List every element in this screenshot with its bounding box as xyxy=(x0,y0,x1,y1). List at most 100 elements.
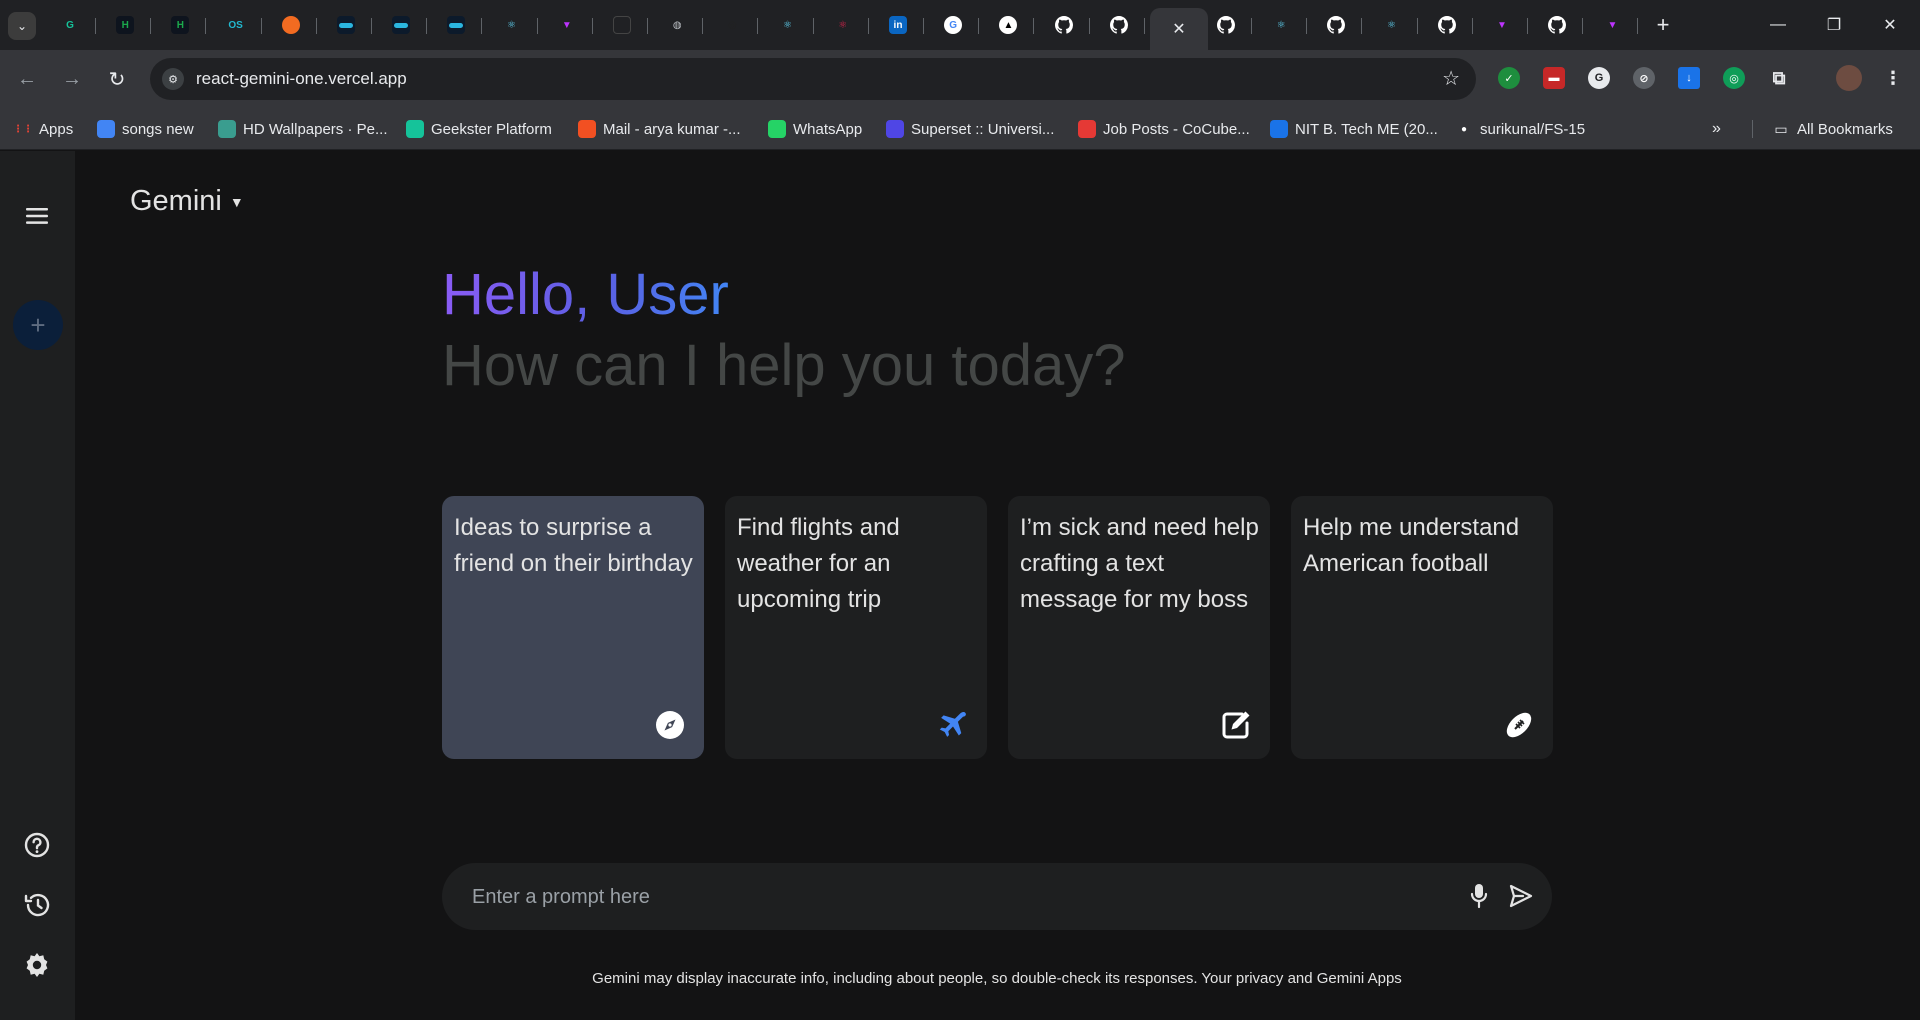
more-bookmarks-chevron-icon[interactable]: » xyxy=(1712,118,1721,140)
new-tab-button[interactable]: + xyxy=(1650,12,1676,38)
radio-icon xyxy=(97,120,115,138)
settings-gear-icon[interactable] xyxy=(17,945,57,985)
browser-tab[interactable]: G xyxy=(44,8,96,42)
tab-separator xyxy=(757,18,759,34)
tab-separator xyxy=(812,18,814,34)
football-icon xyxy=(1503,709,1535,741)
bookmark-label: Geekster Platform xyxy=(431,120,552,138)
profile-avatar[interactable] xyxy=(1836,65,1862,91)
blank-icon xyxy=(613,16,631,34)
browser-tab[interactable] xyxy=(430,8,483,42)
compass-extension-icon[interactable]: ⊘ xyxy=(1633,67,1655,89)
tab-separator xyxy=(536,18,538,34)
close-window-button[interactable]: ✕ xyxy=(1870,10,1910,40)
browser-tab[interactable] xyxy=(375,8,428,42)
bookmark-item[interactable]: NIT B. Tech ME (20... xyxy=(1270,118,1438,140)
bookmark-item[interactable]: ⋮⋮ Apps xyxy=(13,118,73,140)
address-bar[interactable]: ⚙ react-gemini-one.vercel.app ☆ xyxy=(150,58,1476,100)
browser-tab[interactable]: ⚛ xyxy=(762,8,814,42)
browser-tab[interactable] xyxy=(1531,8,1584,42)
browser-tab[interactable]: H xyxy=(154,8,207,42)
browser-tab[interactable]: ◍ xyxy=(651,8,704,42)
hackerrank-icon: H xyxy=(171,16,190,34)
browser-tab[interactable] xyxy=(596,8,648,42)
bookmark-item[interactable]: Superset :: Universi... xyxy=(886,118,1054,140)
browser-tab[interactable]: H xyxy=(99,8,152,42)
tab-separator xyxy=(1416,18,1418,34)
extension-icon[interactable]: ▬ xyxy=(1543,67,1565,89)
tab-separator xyxy=(1306,18,1308,34)
new-chat-button[interactable]: + xyxy=(13,300,63,350)
menu-kebab-icon[interactable]: ⋮ xyxy=(1882,67,1904,89)
browser-tab[interactable] xyxy=(1200,8,1252,42)
forward-button[interactable]: → xyxy=(57,64,87,94)
back-button[interactable]: ← xyxy=(12,64,42,94)
prompt-input[interactable] xyxy=(472,881,1432,913)
help-icon[interactable] xyxy=(17,825,57,865)
bookmarks-bar: ⋮⋮ Apps songs new HD Wallpapers · Pe... Geek… xyxy=(0,108,1920,150)
tab-separator xyxy=(978,18,980,34)
github-icon xyxy=(1548,16,1567,34)
bookmark-item[interactable]: Geekster Platform xyxy=(406,118,552,140)
shield-extension-icon[interactable]: ✓ xyxy=(1498,67,1520,89)
card-text: Find flights and weather for an upcoming… xyxy=(737,514,900,613)
browser-tab[interactable] xyxy=(1421,8,1473,42)
menu-icon[interactable] xyxy=(17,196,57,236)
disclaimer-text: Gemini may display inaccurate info, incl… xyxy=(592,970,1402,987)
bookmark-item[interactable]: ● surikunal/FS-15 xyxy=(1455,118,1585,140)
browser-tab[interactable]: ◎ xyxy=(706,8,759,42)
bookmark-label: Superset :: Universi... xyxy=(911,120,1055,138)
browser-tab[interactable] xyxy=(320,8,372,42)
bookmark-item[interactable]: HD Wallpapers · Pe... xyxy=(218,118,388,140)
send-icon[interactable] xyxy=(1506,881,1536,911)
browser-tab[interactable] xyxy=(1310,8,1363,42)
site-info-icon[interactable]: ⚙ xyxy=(162,68,184,90)
browser-tab[interactable]: OS xyxy=(210,8,262,42)
react-icon: ⚛ xyxy=(507,19,517,31)
suggestion-card-flights[interactable]: Find flights and weather for an upcoming… xyxy=(725,496,987,759)
browser-tab[interactable]: ▼ xyxy=(1476,8,1528,42)
browser-tab[interactable] xyxy=(1038,8,1090,42)
restore-button[interactable]: ❐ xyxy=(1814,10,1854,40)
browser-tab[interactable]: in xyxy=(872,8,924,42)
browser-tab[interactable]: ⚛ xyxy=(817,8,869,42)
url-text[interactable]: react-gemini-one.vercel.app xyxy=(196,69,407,89)
browser-tab[interactable]: ▼ xyxy=(1586,8,1639,42)
browser-tab[interactable]: ⚛ xyxy=(1255,8,1308,42)
reload-button[interactable]: ↻ xyxy=(102,64,132,94)
card-text: Help me understand American football xyxy=(1303,514,1520,577)
suggestion-card-sick[interactable]: I’m sick and need help crafting a text m… xyxy=(1008,496,1270,759)
download-extension-icon[interactable]: ↓ xyxy=(1678,67,1700,89)
bookmark-item[interactable]: Job Posts - CoCube... xyxy=(1078,118,1250,140)
close-tab-icon[interactable]: ✕ xyxy=(1172,19,1185,39)
mic-icon[interactable] xyxy=(1464,881,1494,911)
browser-tab[interactable]: ⚛ xyxy=(1366,8,1418,42)
bookmark-item[interactable]: WhatsApp xyxy=(768,118,862,140)
tab-separator xyxy=(150,18,152,34)
bookmark-star-icon[interactable]: ☆ xyxy=(1442,66,1460,91)
brand-dropdown[interactable]: Gemini ▼ xyxy=(130,185,244,218)
bookmark-item[interactable]: songs new xyxy=(97,118,194,140)
sidebar: + xyxy=(0,151,75,1020)
vite-icon: ▼ xyxy=(561,19,572,31)
bookmark-item[interactable]: Mail - arya kumar -... xyxy=(578,118,741,140)
suggestion-card-football[interactable]: Help me understand American football xyxy=(1291,496,1553,759)
plane-icon xyxy=(937,709,969,741)
suggestion-card-birthday[interactable]: Ideas to surprise a friend on their birt… xyxy=(442,496,704,759)
browser-tab[interactable]: ⚛ xyxy=(486,8,538,42)
grammarly-extension-icon[interactable]: G xyxy=(1588,67,1610,89)
browser-tab[interactable] xyxy=(265,8,317,42)
browser-tab[interactable]: ▼ xyxy=(541,8,593,42)
greeting-title: Hello, User xyxy=(442,262,729,327)
github-icon xyxy=(1327,16,1346,34)
target-extension-icon[interactable]: ◎ xyxy=(1723,67,1745,89)
browser-tab[interactable]: G xyxy=(927,8,980,42)
all-bookmarks-button[interactable]: ▭ All Bookmarks xyxy=(1772,118,1892,140)
tab-search-button[interactable]: ⌄ xyxy=(8,12,36,40)
bookmark-label: Job Posts - CoCube... xyxy=(1103,120,1250,138)
extensions-puzzle-icon[interactable]: ⧉ xyxy=(1768,67,1790,89)
browser-tab[interactable]: ▲ xyxy=(982,8,1035,42)
minimize-button[interactable]: — xyxy=(1758,10,1798,40)
history-icon[interactable] xyxy=(17,885,57,925)
browser-tab[interactable] xyxy=(1093,8,1145,42)
